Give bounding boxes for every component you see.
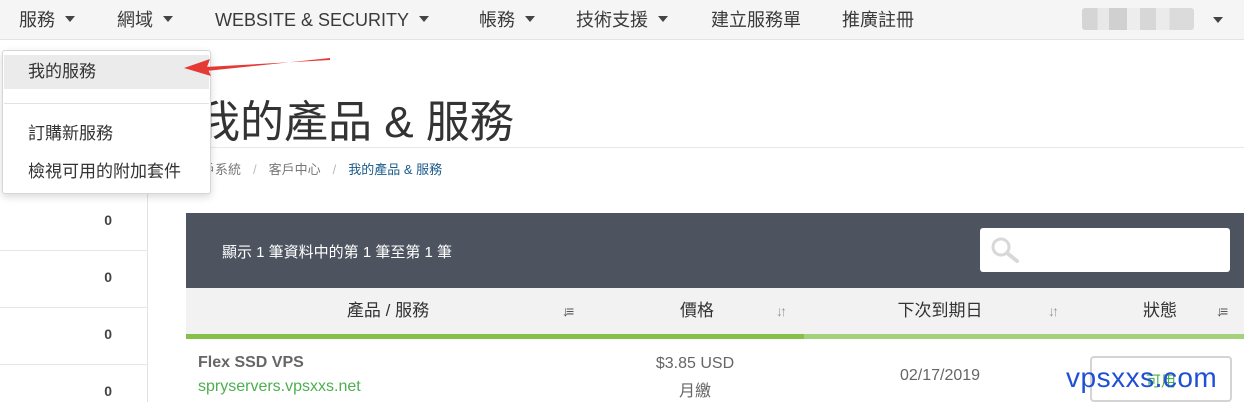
- nav-billing-label: 帳務: [479, 10, 515, 30]
- billing-cycle: 月繳: [678, 383, 711, 400]
- product-name: Flex SSD VPS: [198, 354, 304, 371]
- chevron-down-icon: [525, 16, 535, 23]
- breadcrumb-current: 我的產品 & 服務: [348, 162, 443, 177]
- nav-affiliates[interactable]: 推廣註冊: [842, 0, 914, 40]
- column-header-price[interactable]: 價格: [590, 288, 804, 333]
- price-value: $3.85 USD: [655, 355, 735, 372]
- column-header-product-label: 產品 / 服務: [346, 301, 430, 320]
- sidebar-count-row[interactable]: 0: [0, 251, 148, 308]
- column-header-status-label: 狀態: [1143, 301, 1177, 320]
- breadcrumb-item-client-area[interactable]: 客戶中心: [269, 162, 321, 177]
- count-value: 0: [104, 269, 112, 285]
- breadcrumb: 戶系統 / 客戶中心 / 我的產品 & 服務: [202, 159, 442, 178]
- table-toolbar: 顯示 1 筆資料中的第 1 筆至第 1 筆: [186, 213, 1244, 288]
- dropdown-divider: [4, 103, 209, 104]
- breadcrumb-separator: /: [332, 162, 337, 177]
- dropdown-item-order-new[interactable]: 訂購新服務: [4, 117, 209, 151]
- page-title: 我的產品 & 服務: [196, 98, 514, 147]
- table-header-row: 產品 / 服務 ↓≡ 價格 ↓↑ 下次到期日 ↓↑ 狀態 ↓≡: [186, 288, 1244, 339]
- user-account-name-blurred[interactable]: [1082, 8, 1194, 30]
- breadcrumb-separator: /: [253, 162, 257, 177]
- nav-services[interactable]: 服務: [19, 0, 75, 40]
- nav-domains[interactable]: 網域: [117, 0, 173, 40]
- column-header-due-date[interactable]: 下次到期日: [804, 288, 1076, 333]
- chevron-down-icon: [65, 16, 75, 23]
- sidebar-count-row[interactable]: 0: [0, 194, 148, 251]
- nav-website-security[interactable]: WEBSITE & SECURITY: [215, 0, 430, 40]
- nav-website-security-label: WEBSITE & SECURITY: [215, 10, 410, 30]
- sort-desc-icon[interactable]: ↓≡: [1216, 303, 1228, 319]
- next-due-date: 02/17/2019: [899, 367, 981, 384]
- column-header-due-date-label: 下次到期日: [897, 301, 983, 320]
- dropdown-item-addons[interactable]: 檢視可用的附加套件: [4, 155, 209, 189]
- chevron-down-icon: [658, 16, 668, 23]
- annotation-arrow-icon: [184, 58, 330, 76]
- column-header-product[interactable]: 產品 / 服務: [186, 288, 590, 333]
- title-divider: [196, 147, 1244, 148]
- sort-icon[interactable]: ↓↑: [776, 303, 787, 319]
- sort-icon[interactable]: ↓↑: [1048, 303, 1059, 319]
- nav-affiliates-label: 推廣註冊: [842, 10, 914, 30]
- top-navigation: 服務 網域 WEBSITE & SECURITY 帳務 技術支援 建立服務單 推…: [0, 0, 1244, 40]
- nav-support[interactable]: 技術支援: [576, 0, 668, 40]
- search-input[interactable]: [980, 228, 1230, 272]
- nav-billing[interactable]: 帳務: [479, 0, 535, 40]
- chevron-down-icon: [163, 16, 173, 23]
- count-value: 0: [104, 326, 112, 342]
- nav-support-label: 技術支援: [576, 10, 648, 30]
- watermark-text: vpsxxs.com: [1066, 362, 1218, 393]
- nav-open-ticket-label: 建立服務單: [711, 10, 801, 30]
- sidebar-count-row[interactable]: 0: [0, 308, 148, 365]
- sidebar-stats: 0 0 0 0: [0, 194, 148, 402]
- nav-services-label: 服務: [19, 10, 55, 30]
- column-header-price-label: 價格: [680, 301, 714, 320]
- nav-domains-label: 網域: [117, 10, 153, 30]
- table-info: 顯示 1 筆資料中的第 1 筆至第 1 筆: [222, 244, 453, 261]
- count-value: 0: [104, 212, 112, 228]
- nav-open-ticket[interactable]: 建立服務單: [711, 0, 801, 40]
- sort-desc-icon[interactable]: ↓≡: [562, 303, 574, 319]
- sidebar-count-row[interactable]: 0: [0, 365, 148, 402]
- dropdown-item-my-services[interactable]: 我的服務: [4, 55, 209, 89]
- search-icon: [991, 237, 1019, 263]
- product-domain-link[interactable]: spryservers.vpsxxs.net: [198, 378, 361, 396]
- count-value: 0: [104, 383, 112, 399]
- chevron-down-icon: [419, 16, 430, 23]
- chevron-down-icon[interactable]: [1213, 17, 1223, 23]
